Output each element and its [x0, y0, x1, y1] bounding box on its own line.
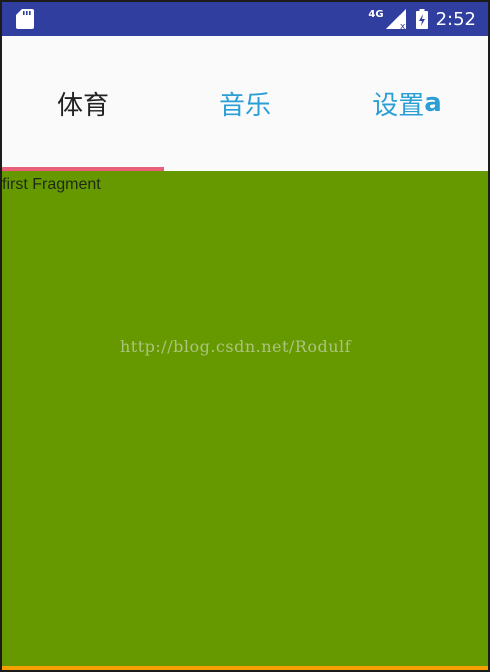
signal-icon: x [385, 9, 406, 29]
status-bar: 4G x 2:52 [2, 2, 488, 36]
status-icons: 4G x 2:52 [368, 2, 476, 36]
tab-bar: 体育 音乐 设置 a [2, 36, 488, 171]
bottom-strip [2, 666, 488, 670]
tab-settings[interactable]: 设置 a [326, 36, 488, 170]
tab-sports[interactable]: 体育 [2, 36, 164, 170]
tab-music[interactable]: 音乐 [164, 36, 326, 170]
app-window: 4G x 2:52 体育 音乐 设置 a first Fragment http… [2, 2, 488, 670]
tab-label-suffix: a [424, 88, 442, 118]
tab-label: 音乐 [218, 90, 271, 121]
battery-icon [415, 9, 428, 29]
tab-label: 设置 [372, 90, 425, 121]
watermark: http://blog.csdn.net/Rodulf [120, 337, 352, 356]
fragment-content: first Fragment http://blog.csdn.net/Rodu… [2, 171, 488, 666]
sd-card-icon [16, 9, 34, 29]
svg-text:x: x [400, 22, 406, 29]
fragment-label: first Fragment [2, 176, 101, 193]
tab-label: 体育 [56, 90, 109, 121]
status-clock: 2:52 [435, 8, 476, 30]
network-type-label: 4G [368, 8, 384, 20]
